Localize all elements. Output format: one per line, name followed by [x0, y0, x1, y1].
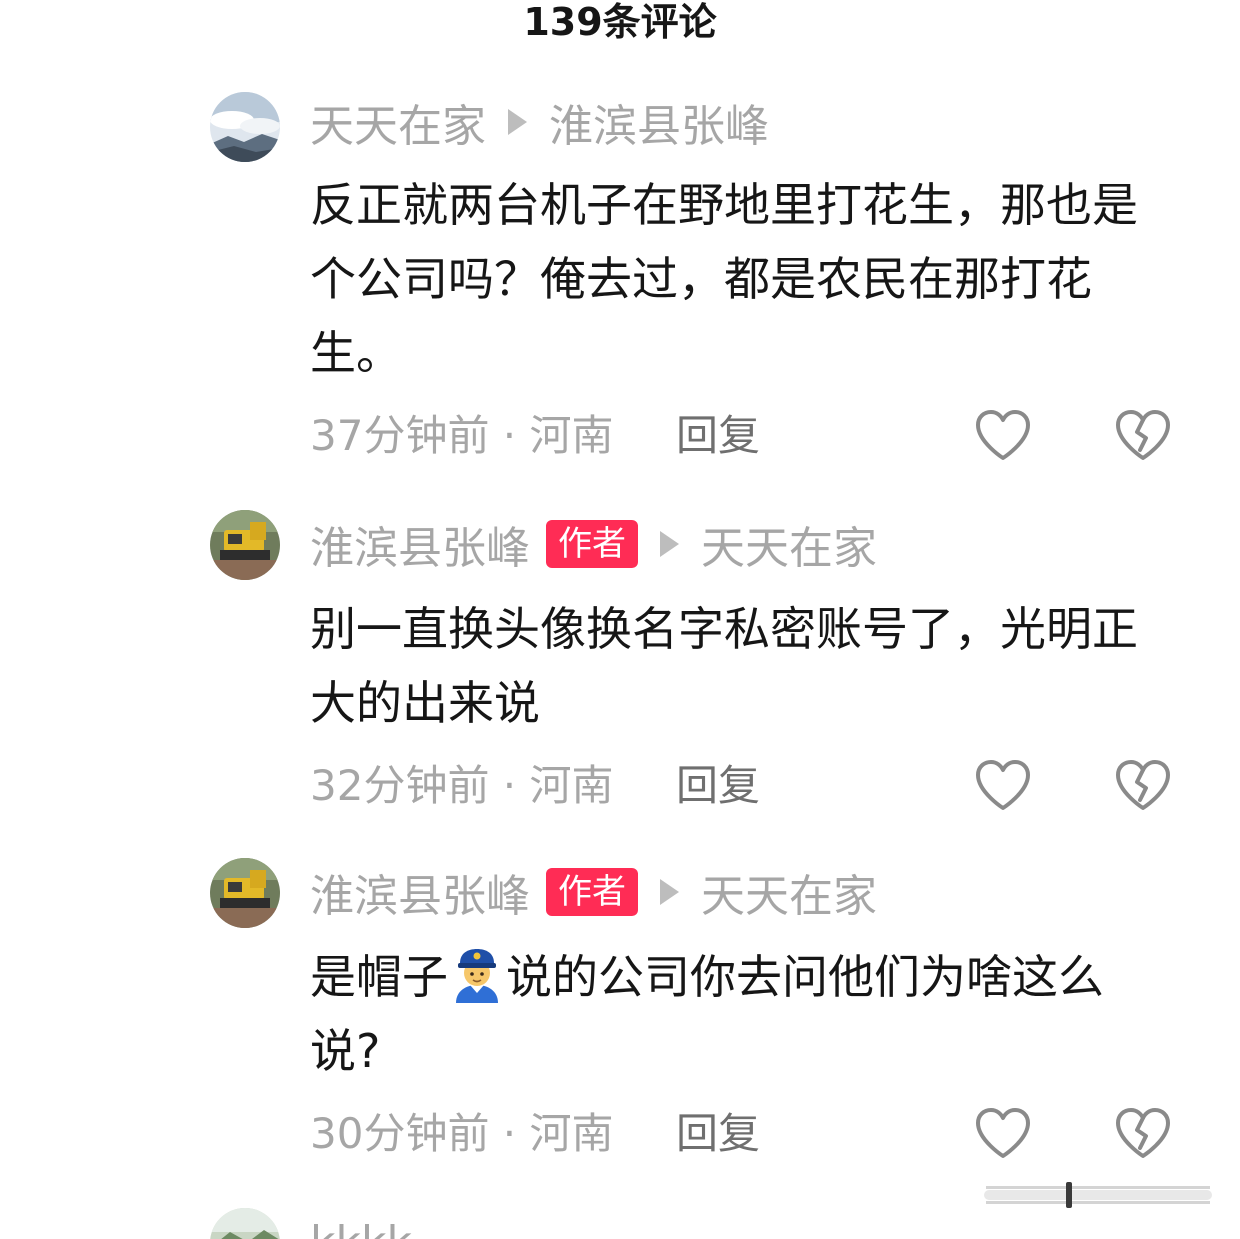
- comment-footer: 37分钟前 · 河南 回复: [310, 406, 1180, 466]
- time-location: 30分钟前 · 河南: [310, 1109, 614, 1158]
- broken-heart-dislike-icon[interactable]: [1114, 1106, 1172, 1160]
- reply-arrow-icon: [508, 109, 527, 135]
- reply-to-username[interactable]: 天天在家: [701, 512, 877, 576]
- avatar[interactable]: [210, 510, 280, 580]
- avatar[interactable]: [210, 92, 280, 162]
- username[interactable]: kkkk: [310, 1217, 412, 1239]
- username[interactable]: 淮滨县张峰: [310, 512, 530, 576]
- comment-meta: 淮滨县张峰 作者 天天在家: [310, 864, 877, 922]
- comment-text: 反正就两台机子在野地里打花生，那也是个公司吗？俺去过，都是农民在那打花生。: [310, 178, 1138, 380]
- comment-text-part: 是帽子: [310, 950, 448, 1004]
- comment-footer: 32分钟前 · 河南 回复: [310, 756, 1180, 816]
- avatar[interactable]: [210, 858, 280, 928]
- heart-like-icon[interactable]: [974, 758, 1032, 812]
- username[interactable]: 天天在家: [310, 90, 486, 154]
- heart-like-icon[interactable]: [974, 408, 1032, 462]
- comment-text: 别一直换头像换名字私密账号了，光明正大的出来说: [310, 602, 1138, 730]
- reply-button[interactable]: 回复: [676, 406, 760, 466]
- broken-heart-dislike-icon[interactable]: [1114, 408, 1172, 462]
- comment-meta: kkkk: [310, 1214, 412, 1239]
- broken-heart-dislike-icon[interactable]: [1114, 758, 1172, 812]
- comment-footer: 30分钟前 · 河南 回复: [310, 1104, 1180, 1164]
- reply-to-username[interactable]: 天天在家: [701, 860, 877, 924]
- reply-arrow-icon: [660, 531, 679, 557]
- comment-meta: 天天在家 淮滨县张峰: [310, 94, 769, 152]
- reply-to-username[interactable]: 淮滨县张峰: [549, 90, 769, 154]
- reply-button[interactable]: 回复: [676, 756, 760, 816]
- comment-meta: 淮滨县张峰 作者 天天在家: [310, 516, 877, 574]
- time-location: 37分钟前 · 河南: [310, 411, 614, 460]
- comment-text: 是帽子 说的公司你去问他们为啥这么说?: [310, 940, 1170, 1088]
- time-location: 32分钟前 · 河南: [310, 761, 614, 810]
- reply-arrow-icon: [660, 879, 679, 905]
- author-badge: 作者: [546, 868, 638, 916]
- scroll-thumb[interactable]: [984, 1180, 1212, 1210]
- author-badge: 作者: [546, 520, 638, 568]
- comment-count-title: 139条评论: [523, 0, 717, 44]
- comments-panel: 139条评论 天天在家 淮滨县张峰 反正就两台机子在野地里打花生，那也是个公司吗…: [0, 0, 1240, 1239]
- reply-button[interactable]: 回复: [676, 1104, 760, 1164]
- police-officer-emoji-icon: [456, 949, 498, 1003]
- username[interactable]: 淮滨县张峰: [310, 860, 530, 924]
- avatar[interactable]: [210, 1208, 280, 1239]
- heart-like-icon[interactable]: [974, 1106, 1032, 1160]
